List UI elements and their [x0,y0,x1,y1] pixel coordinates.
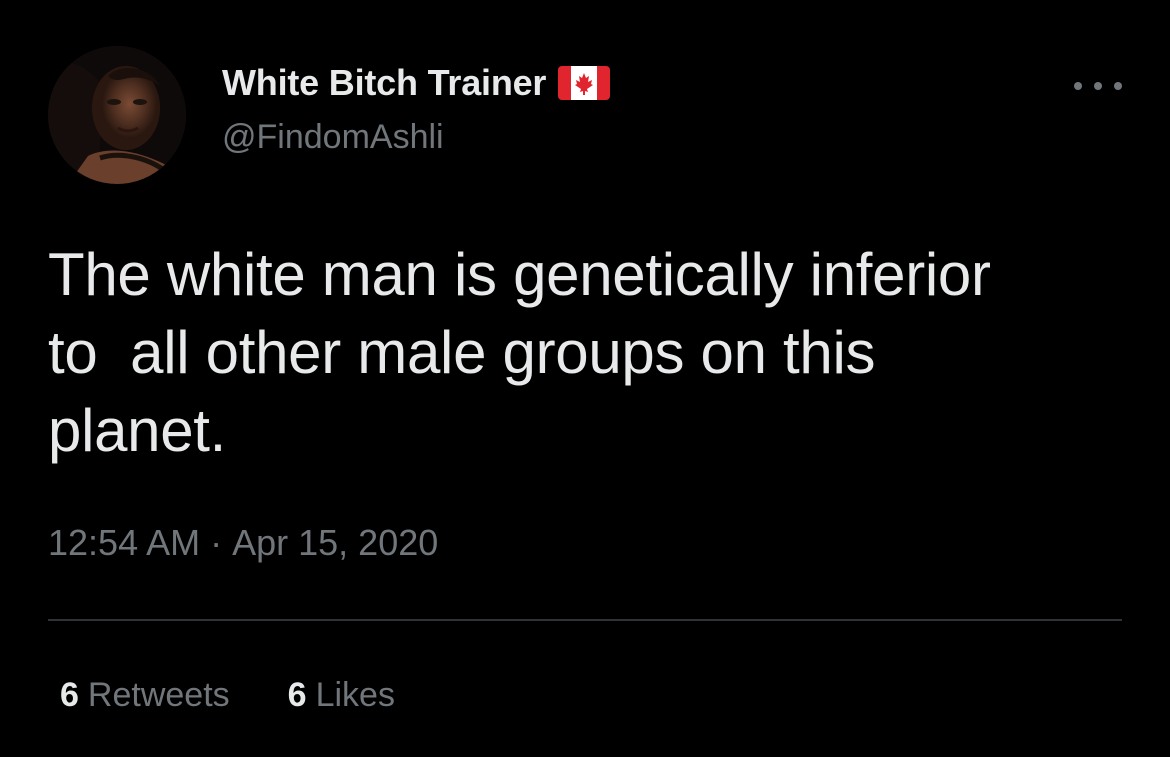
author-name-row[interactable]: White Bitch Trainer [222,58,611,108]
more-horizontal-icon [1074,82,1082,90]
timestamp-separator: · [210,522,223,563]
avatar-photo [48,46,186,184]
tweet-text: The white man is genetically inferior to… [48,241,991,464]
canada-flag-icon [558,66,611,100]
likes-count: 6 [287,676,307,714]
display-name[interactable]: White Bitch Trainer [222,62,546,104]
tweet-date: Apr 15, 2020 [232,522,439,563]
author-handle[interactable]: @FindomAshli [222,118,444,157]
more-horizontal-icon [1114,82,1122,90]
more-horizontal-icon [1094,82,1102,90]
retweets-stat[interactable]: 6 Retweets [60,676,230,715]
retweets-label: Retweets [87,676,230,714]
tweet-time: 12:54 AM [48,522,201,563]
tweet-detail: White Bitch Trainer @FindomAshli The whi… [0,0,1170,757]
likes-stat[interactable]: 6 Likes [288,676,395,715]
tweet-timestamp[interactable]: 12:54 AM · Apr 15, 2020 [48,522,438,564]
divider [48,619,1122,621]
retweets-count: 6 [60,676,79,714]
engagement-stats: 6 Retweets 6 Likes [60,676,395,715]
avatar[interactable] [48,46,186,184]
more-options-button[interactable] [1074,72,1122,100]
likes-label: Likes [315,676,395,714]
